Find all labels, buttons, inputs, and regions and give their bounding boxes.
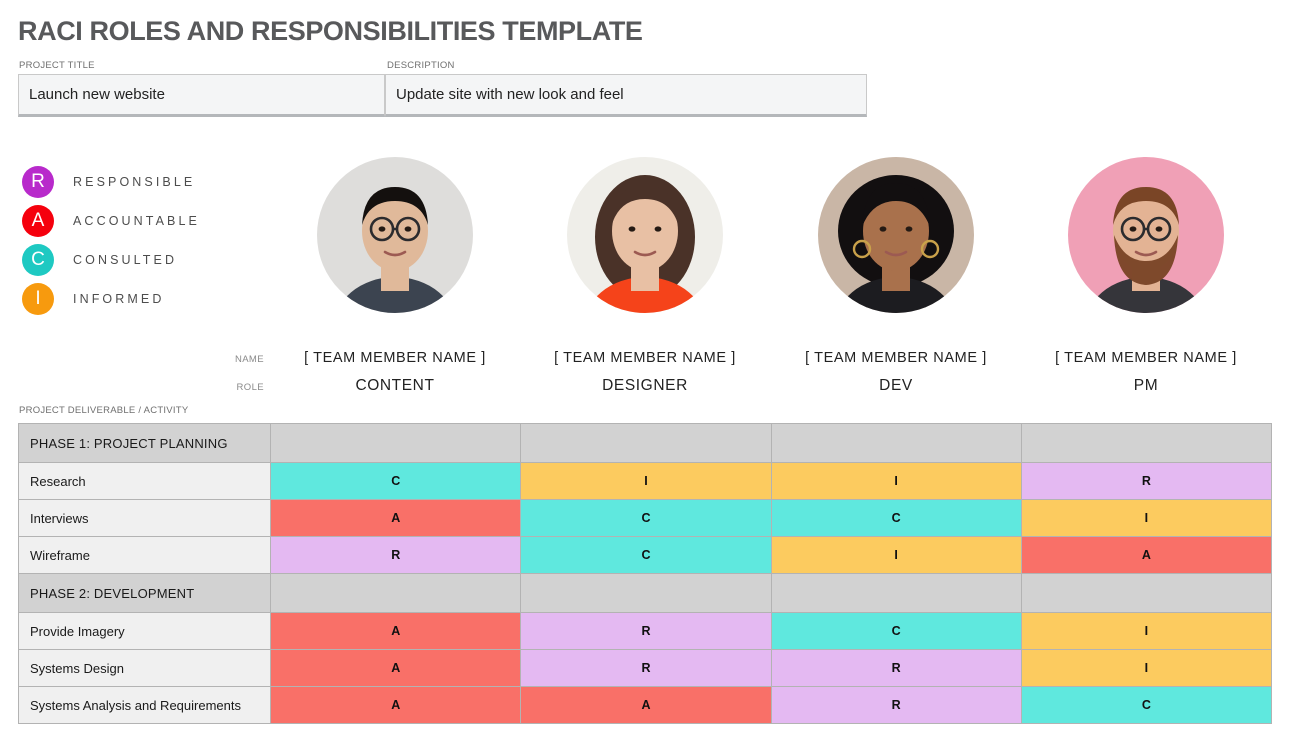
avatar-1 bbox=[317, 157, 473, 313]
avatar-2 bbox=[567, 157, 723, 313]
member-role-3[interactable]: DEV bbox=[771, 377, 1021, 395]
project-title-label: PROJECT TITLE bbox=[19, 60, 95, 71]
legend-badge-c-icon: C bbox=[22, 243, 54, 276]
raci-cell[interactable] bbox=[1020, 423, 1273, 463]
legend-badge-i-icon: I bbox=[22, 282, 54, 315]
raci-cell[interactable]: C bbox=[1020, 686, 1273, 724]
raci-legend: R RESPONSIBLE A ACCOUNTABLE C CONSULTED I INFOR… bbox=[22, 162, 200, 318]
member-name-2[interactable]: [ TEAM MEMBER NAME ] bbox=[520, 350, 770, 366]
raci-cell[interactable]: R bbox=[1020, 462, 1273, 500]
raci-cell[interactable]: A bbox=[270, 499, 522, 537]
raci-cell[interactable]: R bbox=[770, 649, 1022, 687]
raci-cell[interactable]: A bbox=[270, 612, 522, 650]
matrix-caption: PROJECT DELIVERABLE / ACTIVITY bbox=[19, 405, 189, 416]
legend-badge-r-icon: R bbox=[22, 165, 54, 198]
legend-label: INFORMED bbox=[73, 291, 165, 306]
raci-cell[interactable]: C bbox=[520, 536, 772, 574]
raci-cell[interactable]: A bbox=[1020, 536, 1273, 574]
raci-cell[interactable]: R bbox=[520, 649, 772, 687]
raci-cell[interactable]: I bbox=[1020, 499, 1273, 537]
name-row-label: NAME bbox=[234, 354, 264, 365]
member-name-3[interactable]: [ TEAM MEMBER NAME ] bbox=[771, 350, 1021, 366]
raci-cell[interactable] bbox=[520, 573, 772, 613]
legend-item-responsible: R RESPONSIBLE bbox=[22, 162, 200, 201]
matrix-table-row: Provide Imagery A R C I bbox=[17, 612, 1273, 650]
activity-label[interactable]: Systems Design bbox=[17, 649, 272, 687]
raci-cell[interactable]: I bbox=[770, 536, 1022, 574]
role-row-label: ROLE bbox=[236, 382, 264, 393]
raci-cell[interactable] bbox=[1020, 573, 1273, 613]
matrix-table-row: Interviews A C C I bbox=[17, 499, 1273, 537]
raci-cell[interactable]: A bbox=[270, 649, 522, 687]
legend-item-informed: I INFORMED bbox=[22, 279, 200, 318]
activity-label[interactable]: PHASE 1: PROJECT PLANNING bbox=[17, 423, 272, 463]
legend-item-consulted: C CONSULTED bbox=[22, 240, 200, 279]
raci-cell[interactable]: R bbox=[270, 536, 522, 574]
matrix-table-row: Wireframe R C I A bbox=[17, 536, 1273, 574]
legend-badge-a-icon: A bbox=[22, 204, 54, 237]
description-field[interactable]: Update site with new look and feel bbox=[385, 74, 867, 117]
page-title: RACI ROLES AND RESPONSIBILITIES TEMPLATE bbox=[18, 16, 643, 46]
legend-label: CONSULTED bbox=[73, 252, 178, 267]
activity-label[interactable]: PHASE 2: DEVELOPMENT bbox=[17, 573, 272, 613]
raci-cell[interactable]: I bbox=[1020, 612, 1273, 650]
raci-matrix-table: PHASE 1: PROJECT PLANNING Research C I I R Int… bbox=[17, 423, 1273, 724]
raci-cell[interactable] bbox=[270, 423, 522, 463]
member-name-4[interactable]: [ TEAM MEMBER NAME ] bbox=[1021, 350, 1271, 366]
raci-cell[interactable]: R bbox=[520, 612, 772, 650]
description-label: DESCRIPTION bbox=[387, 60, 455, 71]
raci-cell[interactable]: I bbox=[1020, 649, 1273, 687]
matrix-table-row: Systems Analysis and Requirements A A R C bbox=[17, 686, 1273, 724]
raci-cell[interactable]: A bbox=[520, 686, 772, 724]
raci-cell[interactable] bbox=[770, 573, 1022, 613]
member-role-4[interactable]: PM bbox=[1021, 377, 1271, 395]
raci-cell[interactable]: C bbox=[770, 612, 1022, 650]
legend-label: RESPONSIBLE bbox=[73, 174, 196, 189]
activity-label[interactable]: Interviews bbox=[17, 499, 272, 537]
raci-cell[interactable]: A bbox=[270, 686, 522, 724]
legend-item-accountable: A ACCOUNTABLE bbox=[22, 201, 200, 240]
matrix-table-row: Research C I I R bbox=[17, 462, 1273, 500]
raci-cell[interactable] bbox=[270, 573, 522, 613]
matrix-table-row: Systems Design A R R I bbox=[17, 649, 1273, 687]
matrix-phase-row: PHASE 2: DEVELOPMENT bbox=[17, 573, 1273, 613]
activity-label[interactable]: Research bbox=[17, 462, 272, 500]
raci-cell[interactable]: C bbox=[270, 462, 522, 500]
matrix-phase-row: PHASE 1: PROJECT PLANNING bbox=[17, 423, 1273, 463]
raci-cell[interactable]: R bbox=[770, 686, 1022, 724]
raci-cell[interactable]: C bbox=[770, 499, 1022, 537]
legend-label: ACCOUNTABLE bbox=[73, 213, 200, 228]
raci-cell[interactable] bbox=[520, 423, 772, 463]
raci-cell[interactable]: C bbox=[520, 499, 772, 537]
activity-label[interactable]: Wireframe bbox=[17, 536, 272, 574]
activity-label[interactable]: Provide Imagery bbox=[17, 612, 272, 650]
member-name-1[interactable]: [ TEAM MEMBER NAME ] bbox=[270, 350, 520, 366]
raci-cell[interactable]: I bbox=[770, 462, 1022, 500]
avatar-3 bbox=[818, 157, 974, 313]
member-role-1[interactable]: CONTENT bbox=[270, 377, 520, 395]
raci-cell[interactable] bbox=[770, 423, 1022, 463]
avatar-4 bbox=[1068, 157, 1224, 313]
activity-label[interactable]: Systems Analysis and Requirements bbox=[17, 686, 272, 724]
project-title-field[interactable]: Launch new website bbox=[18, 74, 385, 117]
matrix-body: PHASE 1: PROJECT PLANNING Research C I I R Int… bbox=[17, 423, 1273, 724]
raci-cell[interactable]: I bbox=[520, 462, 772, 500]
raci-template-page: RACI ROLES AND RESPONSIBILITIES TEMPLATE… bbox=[0, 0, 1291, 754]
member-role-2[interactable]: DESIGNER bbox=[520, 377, 770, 395]
